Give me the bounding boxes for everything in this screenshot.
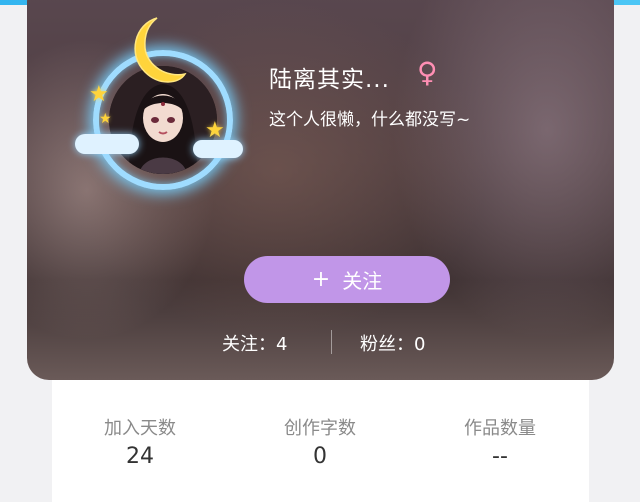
- star-icon: ★: [89, 82, 109, 107]
- username: 陆离其实...: [269, 67, 390, 93]
- stat-word-count: 创作字数 0: [240, 414, 400, 469]
- cloud-icon: [193, 140, 243, 158]
- avatar[interactable]: ★ ★ ★: [75, 14, 245, 190]
- user-bio: 这个人很懒，什么都没写~: [269, 110, 471, 130]
- stat-join-days: 加入天数 24: [60, 414, 220, 469]
- following-value: 4: [276, 334, 288, 355]
- stat-value: 0: [313, 444, 327, 469]
- follow-button[interactable]: + 关注: [244, 256, 450, 303]
- following-label: 关注：: [222, 334, 276, 355]
- female-symbol-icon: ♀: [417, 56, 438, 89]
- plus-icon: +: [311, 267, 331, 292]
- stat-label: 作品数量: [464, 418, 536, 439]
- followers-count[interactable]: 粉丝：0: [360, 330, 425, 356]
- profile-header-card: ★ ★ ★ 陆离其实... ♀ 这个人很懒，什么都没写~ + 关注 关注：4 粉…: [27, 0, 614, 380]
- stat-label: 创作字数: [284, 418, 356, 439]
- stat-value: --: [492, 444, 508, 469]
- cloud-icon: [75, 134, 139, 154]
- star-icon: ★: [205, 118, 225, 143]
- stat-value: 24: [126, 444, 154, 469]
- followers-label: 粉丝：: [360, 334, 414, 355]
- stat-label: 加入天数: [104, 418, 176, 439]
- star-icon: ★: [99, 111, 112, 127]
- followers-value: 0: [414, 334, 426, 355]
- follow-button-label: 关注: [342, 269, 383, 293]
- stat-works-count: 作品数量 --: [420, 414, 580, 469]
- following-count[interactable]: 关注：4: [222, 330, 287, 356]
- stats-divider: [331, 330, 332, 354]
- moon-icon: [117, 14, 187, 94]
- stats-panel: 加入天数 24 创作字数 0 作品数量 --: [52, 380, 589, 502]
